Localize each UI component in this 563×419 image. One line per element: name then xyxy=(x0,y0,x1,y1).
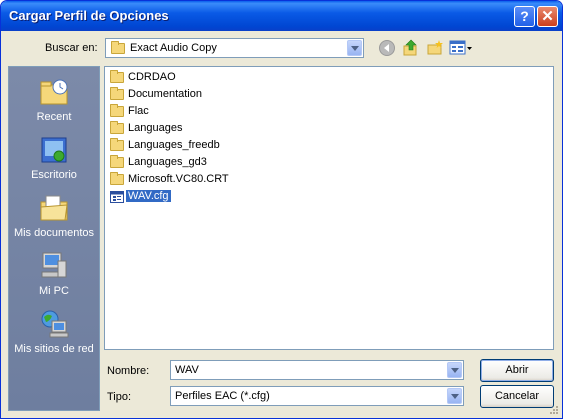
cancel-button[interactable]: Cancelar xyxy=(480,385,554,408)
documents-folder-icon xyxy=(40,195,68,221)
close-button[interactable]: ✕ xyxy=(537,6,558,27)
chevron-down-icon[interactable] xyxy=(447,388,462,404)
filename-combo[interactable]: WAV xyxy=(170,360,464,380)
filetype-combo[interactable]: Perfiles EAC (*.cfg) xyxy=(170,386,464,406)
places-bar: Recent Escritorio Mis documentos Mi PC M… xyxy=(8,66,100,411)
folder-icon xyxy=(110,138,124,151)
place-label: Escritorio xyxy=(31,169,77,181)
place-label: Mis sitios de red xyxy=(14,343,94,355)
place-my-documents[interactable]: Mis documentos xyxy=(9,189,99,247)
file-name: WAV.cfg xyxy=(126,190,171,202)
place-label: Recent xyxy=(36,111,72,123)
recent-folder-icon xyxy=(40,79,68,105)
file-list[interactable]: CDRDAO Documentation Flac Languages Lang… xyxy=(104,66,554,350)
computer-icon xyxy=(41,252,67,278)
folder-icon xyxy=(110,70,124,83)
back-icon[interactable] xyxy=(378,39,396,57)
place-my-computer[interactable]: Mi PC xyxy=(9,247,99,305)
open-dialog: Cargar Perfil de Opciones ? ✕ Buscar en:… xyxy=(0,0,563,419)
file-name: Documentation xyxy=(128,88,202,100)
file-name: Flac xyxy=(128,105,149,117)
file-name: CDRDAO xyxy=(128,71,176,83)
filename-label: Nombre: xyxy=(107,365,150,377)
folder-icon xyxy=(110,104,124,117)
title-bar[interactable]: Cargar Perfil de Opciones ? ✕ xyxy=(1,1,562,31)
open-button[interactable]: Abrir xyxy=(480,359,554,382)
views-menu-icon[interactable] xyxy=(449,39,473,57)
folder-icon xyxy=(110,121,124,134)
filetype-label: Tipo: xyxy=(107,391,132,403)
lookin-combo[interactable]: Exact Audio Copy xyxy=(105,38,364,58)
file-name: Languages xyxy=(128,122,183,134)
folder-icon xyxy=(111,41,125,54)
folder-icon xyxy=(110,155,124,168)
folder-icon xyxy=(110,87,124,100)
window-title: Cargar Perfil de Opciones xyxy=(9,8,169,23)
network-icon xyxy=(41,310,69,338)
place-recent[interactable]: Recent xyxy=(9,73,99,131)
place-label: Mi PC xyxy=(39,285,69,297)
file-name: Languages_freedb xyxy=(128,139,220,151)
folder-icon xyxy=(110,172,124,185)
place-label: Mis documentos xyxy=(13,227,95,239)
place-network[interactable]: Mis sitios de red xyxy=(9,305,99,363)
chevron-down-icon[interactable] xyxy=(447,362,462,378)
file-name: Microsoft.VC80.CRT xyxy=(128,173,229,185)
filetype-value: Perfiles EAC (*.cfg) xyxy=(175,390,270,402)
up-folder-icon[interactable] xyxy=(402,39,420,57)
file-name: Languages_gd3 xyxy=(128,156,207,168)
help-button[interactable]: ? xyxy=(514,6,535,27)
filename-value[interactable]: WAV xyxy=(175,364,199,376)
lookin-value: Exact Audio Copy xyxy=(130,42,217,54)
place-desktop[interactable]: Escritorio xyxy=(9,131,99,189)
config-file-icon xyxy=(110,191,124,203)
chevron-down-icon[interactable] xyxy=(347,40,362,56)
lookin-label: Buscar en: xyxy=(45,42,98,54)
desktop-icon xyxy=(41,137,67,163)
resize-grip-icon[interactable] xyxy=(547,405,559,417)
new-folder-icon[interactable] xyxy=(426,39,444,57)
